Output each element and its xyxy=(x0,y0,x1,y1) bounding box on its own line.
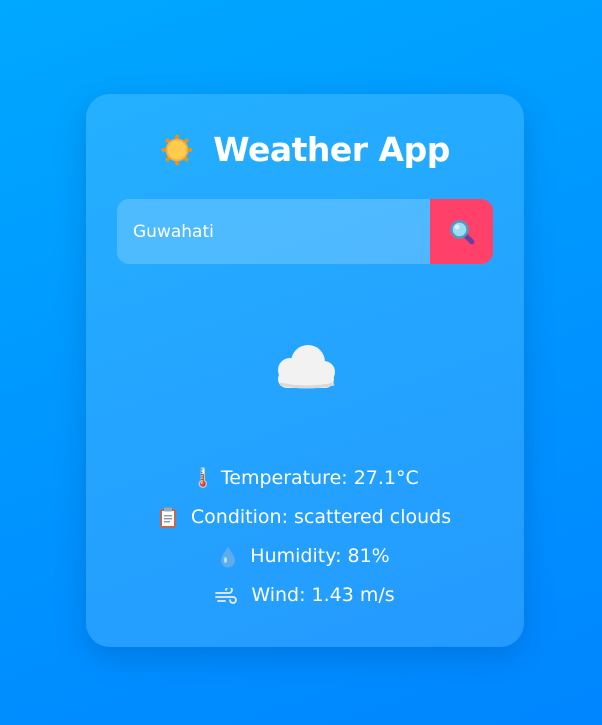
weather-card: Weather App 🌡️ Temperature: 27.1°C xyxy=(86,94,524,647)
magnifier-icon xyxy=(449,219,474,244)
city-search-input[interactable] xyxy=(117,199,430,264)
header: Weather App xyxy=(86,130,524,169)
wind-text: Wind: 1.43 m/s xyxy=(251,584,395,606)
humidity-text: Humidity: 81% xyxy=(250,545,390,567)
search-bar xyxy=(117,199,493,264)
temperature-text: 🌡️ Temperature: 27.1°C xyxy=(191,467,419,489)
search-button[interactable] xyxy=(430,199,493,264)
wind-line: Wind: 1.43 m/s xyxy=(86,576,524,615)
app-title: Weather App xyxy=(213,130,450,169)
temperature-line: 🌡️ Temperature: 27.1°C xyxy=(86,459,524,498)
clipboard-icon xyxy=(159,507,176,528)
droplet-icon xyxy=(221,546,236,567)
cloud-icon xyxy=(278,345,335,389)
wind-icon xyxy=(215,587,238,604)
sun-icon xyxy=(161,134,193,165)
weather-details: 🌡️ Temperature: 27.1°C Condition: scatte… xyxy=(86,459,524,615)
condition-line: Condition: scattered clouds xyxy=(86,498,524,537)
condition-text: Condition: scattered clouds xyxy=(190,506,452,528)
humidity-line: Humidity: 81% xyxy=(86,537,524,576)
